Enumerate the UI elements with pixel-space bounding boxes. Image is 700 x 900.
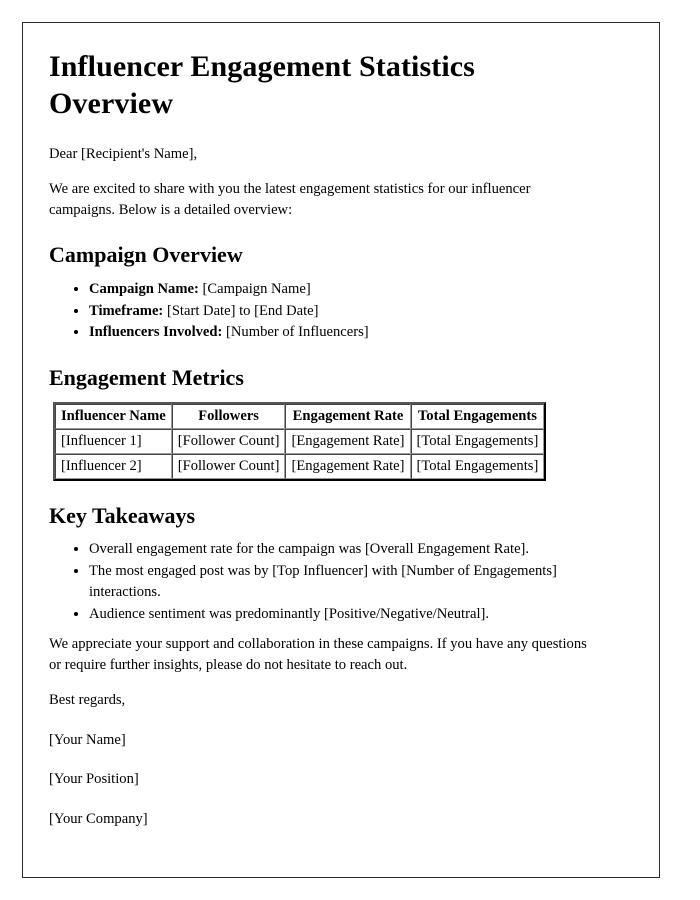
cell-total-engagements: [Total Engagements]: [410, 453, 545, 479]
table-body: [Influencer 1] [Follower Count] [Engagem…: [55, 428, 545, 479]
list-item: Audience sentiment was predominantly [Po…: [89, 604, 609, 625]
list-item: Influencers Involved: [Number of Influen…: [89, 322, 609, 343]
cell-total-engagements: [Total Engagements]: [410, 428, 545, 454]
intro-paragraph: We are excited to share with you the lat…: [49, 180, 531, 218]
timeframe-value: [Start Date] to [End Date]: [166, 302, 319, 319]
cell-followers: [Follower Count]: [171, 453, 286, 479]
list-item: Overall engagement rate for the campaign…: [89, 539, 609, 560]
document-page: Influencer Engagement Statistics Overvie…: [22, 22, 660, 878]
campaign-name-value: [Campaign Name]: [202, 280, 311, 297]
table-header: Influencer Name Followers Engagement Rat…: [55, 403, 545, 429]
document-body: Influencer Engagement Statistics Overvie…: [23, 23, 659, 830]
signature-name: [Your Name]: [49, 731, 126, 748]
cell-influencer-name: [Influencer 2]: [55, 453, 172, 479]
cell-engagement-rate: [Engagement Rate]: [285, 453, 411, 479]
list-item: The most engaged post was by [Top Influe…: [89, 561, 609, 603]
influencers-involved-value: [Number of Influencers]: [226, 324, 369, 341]
key-takeaways-list: Overall engagement rate for the campaign…: [49, 539, 629, 624]
campaign-overview-list: Campaign Name: [Campaign Name] Timeframe…: [49, 279, 629, 344]
signature-company: [Your Company]: [49, 811, 148, 828]
influencers-involved-label: Influencers Involved:: [89, 324, 223, 341]
cell-influencer-name: [Influencer 1]: [55, 428, 172, 454]
salutation: Dear [Recipient's Name],: [49, 146, 198, 163]
section-heading-key-takeaways: Key Takeaways: [49, 502, 196, 528]
table-row: [Influencer 1] [Follower Count] [Engagem…: [55, 428, 545, 454]
column-header-engagement-rate: Engagement Rate: [285, 403, 411, 429]
page-title: Influencer Engagement Statistics Overvie…: [49, 50, 475, 120]
engagement-metrics-table: Influencer Name Followers Engagement Rat…: [53, 401, 547, 481]
timeframe-label: Timeframe:: [89, 302, 164, 319]
table-header-row: Influencer Name Followers Engagement Rat…: [55, 403, 545, 429]
closing-paragraph: We appreciate your support and collabora…: [49, 636, 587, 674]
column-header-influencer-name: Influencer Name: [55, 403, 172, 429]
cell-followers: [Follower Count]: [171, 428, 286, 454]
section-heading-engagement-metrics: Engagement Metrics: [49, 365, 244, 391]
closing-regards: Best regards,: [49, 691, 126, 708]
cell-engagement-rate: [Engagement Rate]: [285, 428, 411, 454]
list-item: Campaign Name: [Campaign Name]: [89, 279, 609, 300]
list-item: Timeframe: [Start Date] to [End Date]: [89, 301, 609, 322]
signature-position: [Your Position]: [49, 771, 139, 788]
table-row: [Influencer 2] [Follower Count] [Engagem…: [55, 453, 545, 479]
section-heading-campaign-overview: Campaign Overview: [49, 242, 243, 268]
column-header-followers: Followers: [171, 403, 286, 429]
column-header-total-engagements: Total Engagements: [410, 403, 545, 429]
campaign-name-label: Campaign Name:: [89, 280, 199, 297]
